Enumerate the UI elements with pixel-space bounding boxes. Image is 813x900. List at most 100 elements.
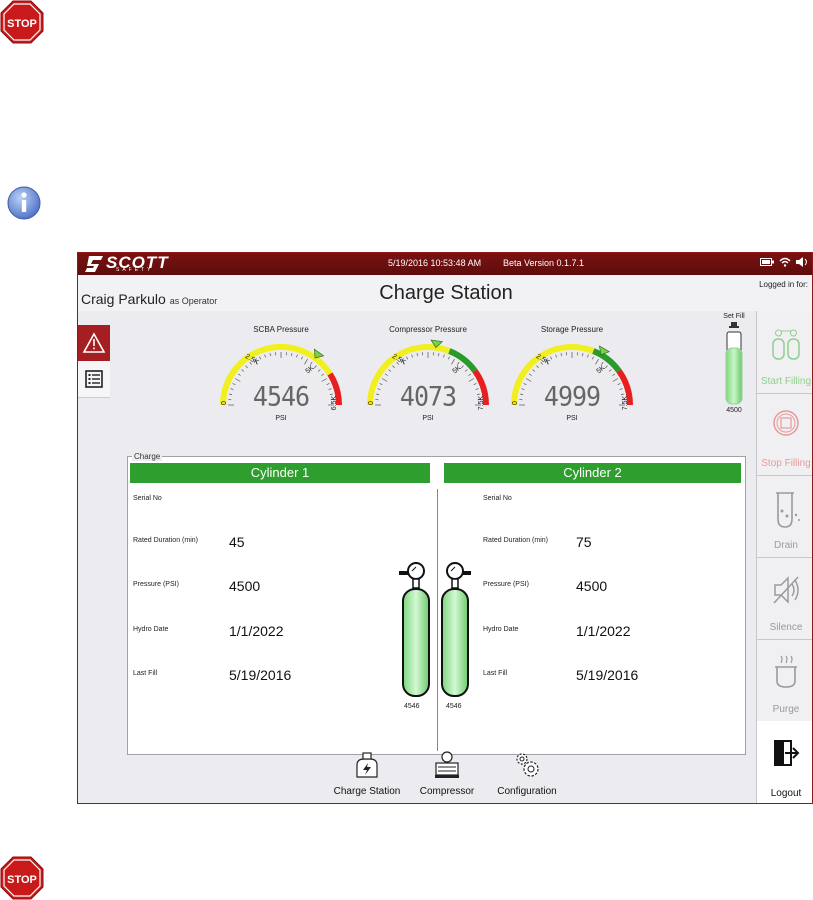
cylinder-2-header[interactable]: Cylinder 2	[444, 463, 741, 483]
cylinder-2-tank-value: 4546	[446, 703, 462, 710]
scba-pressure-gauge: SCBA Pressure 0 2.5K 5K 6.5K 4546 PSI	[211, 325, 351, 445]
last-fill-label: Last Fill	[133, 670, 158, 677]
gauge-tick	[384, 373, 388, 376]
hydro-date-value: 1/1/2022	[576, 623, 631, 639]
checklist-tab[interactable]	[78, 361, 110, 398]
set-fill-tank-icon	[725, 322, 743, 405]
gauge-unit: PSI	[566, 415, 578, 422]
stop-filling-button[interactable]: Stop Filling	[757, 393, 812, 476]
logout-button[interactable]: Logout	[757, 721, 812, 803]
drain-button[interactable]: Drain	[757, 475, 812, 558]
purge-button[interactable]: Purge	[757, 639, 812, 722]
gauge-tick	[245, 365, 248, 369]
gauge-tick	[532, 369, 536, 372]
warning-icon	[82, 332, 106, 353]
gauge-tick	[461, 365, 464, 369]
serial-label: Serial No	[483, 495, 512, 502]
gauge-tick	[269, 353, 271, 357]
storage-pressure-gauge: Storage Pressure 0 2.5K 5K 7.5K 4999 PSI	[502, 325, 642, 445]
gauge-tick	[592, 356, 594, 360]
serial-label: Serial No	[133, 495, 162, 502]
stop-sign-icon: STOP	[0, 856, 44, 900]
list-icon	[85, 370, 103, 388]
gauge-tick	[587, 354, 589, 358]
nav-compressor[interactable]: Compressor	[412, 751, 482, 797]
cylinder-2-tank-icon	[441, 562, 471, 697]
gauge-tick	[259, 356, 261, 360]
gauge-tick	[296, 354, 298, 358]
gauge-tick	[241, 369, 245, 372]
stop-sign-icon: STOP	[0, 0, 44, 44]
gauge-tick	[464, 369, 468, 372]
page-header: Craig Parkulo as Operator Charge Station…	[78, 275, 812, 312]
nav-configuration[interactable]: Configuration	[488, 751, 566, 797]
gauge-tick	[301, 356, 303, 360]
last-fill-value: 5/19/2016	[229, 667, 292, 683]
logout-label: Logout	[770, 788, 802, 799]
start-filling-label: Start Filling	[760, 376, 811, 387]
stop-filling-icon	[773, 410, 799, 436]
pressure-label: Pressure (PSI)	[133, 581, 179, 588]
gauge-tick	[438, 353, 440, 357]
gears-icon	[516, 753, 539, 777]
compressor-icon	[435, 751, 459, 778]
logged-in-label: Logged in for:	[759, 280, 808, 289]
nav-label: Compressor	[419, 786, 475, 797]
system-tray	[760, 257, 808, 267]
purge-icon	[775, 655, 797, 688]
last-fill-value: 5/19/2016	[576, 667, 639, 683]
set-fill-label: Set Fill	[723, 313, 745, 320]
nav-label: Configuration	[497, 786, 557, 797]
cylinder-1-header[interactable]: Cylinder 1	[130, 463, 430, 483]
scott-logo-icon	[85, 256, 103, 272]
gauge-tick	[291, 353, 293, 357]
gauge-tick	[264, 354, 266, 358]
gauge-tick	[536, 365, 539, 369]
rated-duration-label: Rated Duration (min)	[483, 537, 548, 544]
gauge-unit: PSI	[275, 415, 287, 422]
gauge-value: 4546	[252, 381, 310, 412]
pressure-value: 4500	[229, 578, 261, 594]
version-label: Beta Version 0.1.7.1	[503, 258, 585, 268]
rated-duration-value: 75	[576, 534, 592, 550]
gauge-tick-label: 5K	[596, 364, 607, 375]
gauge-value: 4999	[543, 381, 601, 412]
silence-label: Silence	[769, 622, 803, 633]
title-bar: SCOTT SAFETY 5/19/2016 10:53:48 AM Beta …	[78, 253, 812, 275]
gauge-pointer	[313, 348, 325, 359]
gauge-tick	[595, 358, 599, 365]
gauge-tick	[605, 365, 608, 369]
gauge-value: 4073	[399, 381, 457, 412]
gauge-tick	[608, 369, 612, 372]
drain-label: Drain	[774, 540, 798, 551]
hydro-date-label: Hydro Date	[133, 626, 169, 633]
hydro-date-value: 1/1/2022	[229, 623, 284, 639]
gauge-tick	[468, 373, 472, 376]
gauge-tick	[448, 356, 450, 360]
gauge-tick	[451, 358, 455, 365]
nav-label: Charge Station	[333, 786, 401, 797]
alarm-tab[interactable]	[78, 325, 110, 361]
silence-button[interactable]: Silence	[757, 557, 812, 640]
charge-station-icon	[356, 752, 378, 778]
gauge-tick-label: 5K	[305, 364, 316, 375]
rated-duration-value: 45	[229, 534, 245, 550]
drain-icon	[776, 492, 800, 528]
start-filling-icon	[772, 329, 800, 360]
brand-subtitle: SAFETY	[116, 267, 154, 273]
gauge-tick	[582, 353, 584, 357]
gauge-tick	[560, 353, 562, 357]
cylinder-1-tank-icon	[399, 562, 430, 697]
gauge-tick	[237, 373, 241, 376]
battery-icon	[760, 258, 774, 266]
set-fill-indicator[interactable]: Set Fill 4500	[714, 313, 754, 423]
gauge-tick	[550, 356, 552, 360]
stop-filling-label: Stop Filling	[761, 458, 811, 469]
charge-panel: Cylinder 1 Serial No Rated Duration (min…	[127, 456, 746, 755]
gauge-tick	[443, 354, 445, 358]
start-filling-button[interactable]: Start Filling	[757, 311, 812, 394]
gauge-tick	[528, 373, 532, 376]
gauge-tick-label: 5K	[452, 364, 463, 375]
nav-charge-station[interactable]: Charge Station	[326, 751, 408, 797]
main-panel: SCBA Pressure 0 2.5K 5K 6.5K 4546 PSI Compr…	[78, 311, 756, 803]
